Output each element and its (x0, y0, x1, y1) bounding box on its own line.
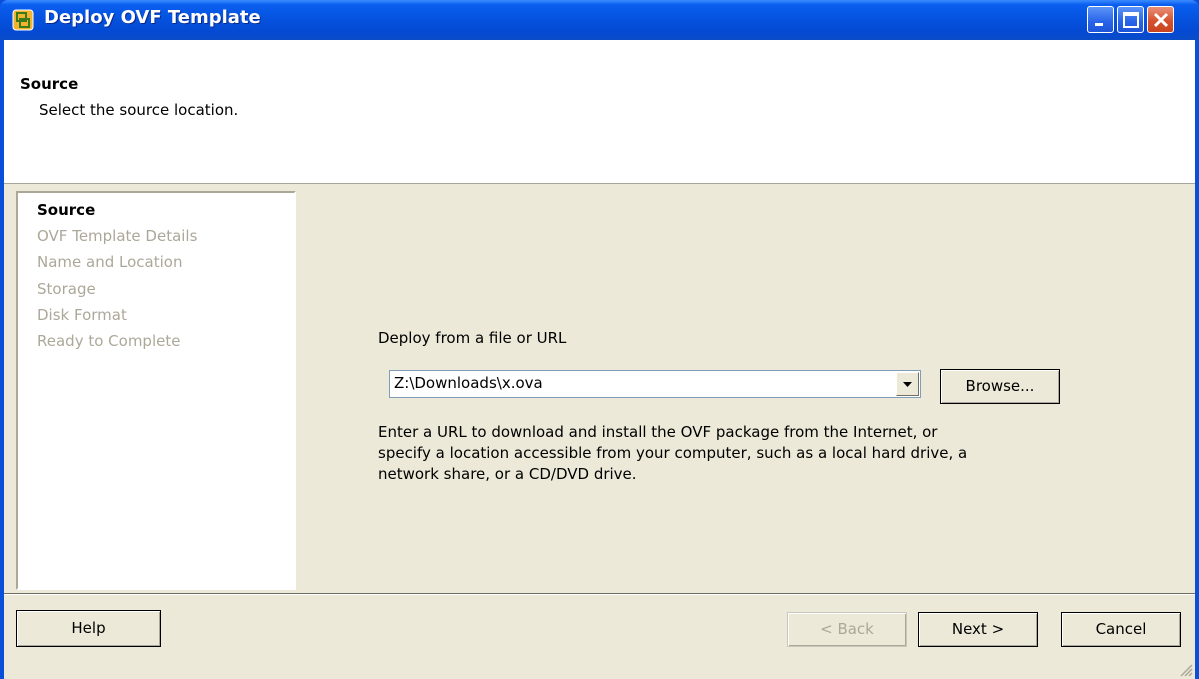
chevron-down-icon (903, 382, 912, 387)
source-location-value[interactable]: Z:\Downloads\x.ova (394, 374, 543, 392)
page-subtitle: Select the source location. (39, 101, 239, 119)
source-location-combobox[interactable]: Z:\Downloads\x.ova (389, 370, 921, 398)
deploy-ovf-window: Deploy OVF Template Source Select the so… (0, 0, 1199, 679)
maximize-button[interactable] (1117, 6, 1144, 33)
vsphere-deploy-icon (12, 9, 34, 31)
close-button[interactable] (1147, 6, 1174, 33)
next-button[interactable]: Next > (918, 612, 1038, 647)
cancel-button[interactable]: Cancel (1061, 612, 1181, 647)
cancel-button-label: Cancel (1095, 620, 1147, 638)
title-bar[interactable]: Deploy OVF Template (0, 0, 1199, 40)
wizard-steps-list: Source OVF Template Details Name and Loc… (16, 191, 296, 590)
page-title: Source (20, 75, 79, 93)
back-button-label: < Back (820, 620, 874, 638)
deploy-from-label: Deploy from a file or URL (378, 329, 567, 347)
minimize-button[interactable] (1087, 6, 1114, 33)
help-button-label: Help (71, 619, 106, 637)
step-source: Source (37, 201, 96, 219)
step-ready-to-complete: Ready to Complete (37, 332, 181, 350)
browse-button-label: Browse... (965, 377, 1035, 395)
window-title: Deploy OVF Template (44, 7, 261, 28)
header-panel: Source Select the source location. (4, 40, 1195, 184)
next-button-label: Next > (951, 620, 1005, 638)
step-name-and-location: Name and Location (37, 253, 183, 271)
minimize-icon (1095, 23, 1103, 26)
step-ovf-template-details: OVF Template Details (37, 227, 198, 245)
dialog-client-area: Source Select the source location. Sourc… (4, 40, 1195, 679)
step-storage: Storage (37, 280, 96, 298)
description-line: network share, or a CD/DVD drive. (378, 465, 637, 483)
maximize-icon (1123, 12, 1139, 28)
browse-button[interactable]: Browse... (940, 369, 1060, 404)
footer-divider-highlight (4, 594, 1195, 595)
resize-grip-icon[interactable] (1179, 663, 1193, 677)
help-button[interactable]: Help (16, 610, 161, 647)
source-description: Enter a URL to download and install the … (378, 422, 1078, 485)
description-line: specify a location accessible from your … (378, 444, 968, 462)
dropdown-button[interactable] (896, 372, 919, 396)
step-disk-format: Disk Format (37, 306, 127, 324)
close-icon (1153, 12, 1169, 28)
back-button[interactable]: < Back (787, 612, 907, 647)
description-line: Enter a URL to download and install the … (378, 423, 938, 441)
